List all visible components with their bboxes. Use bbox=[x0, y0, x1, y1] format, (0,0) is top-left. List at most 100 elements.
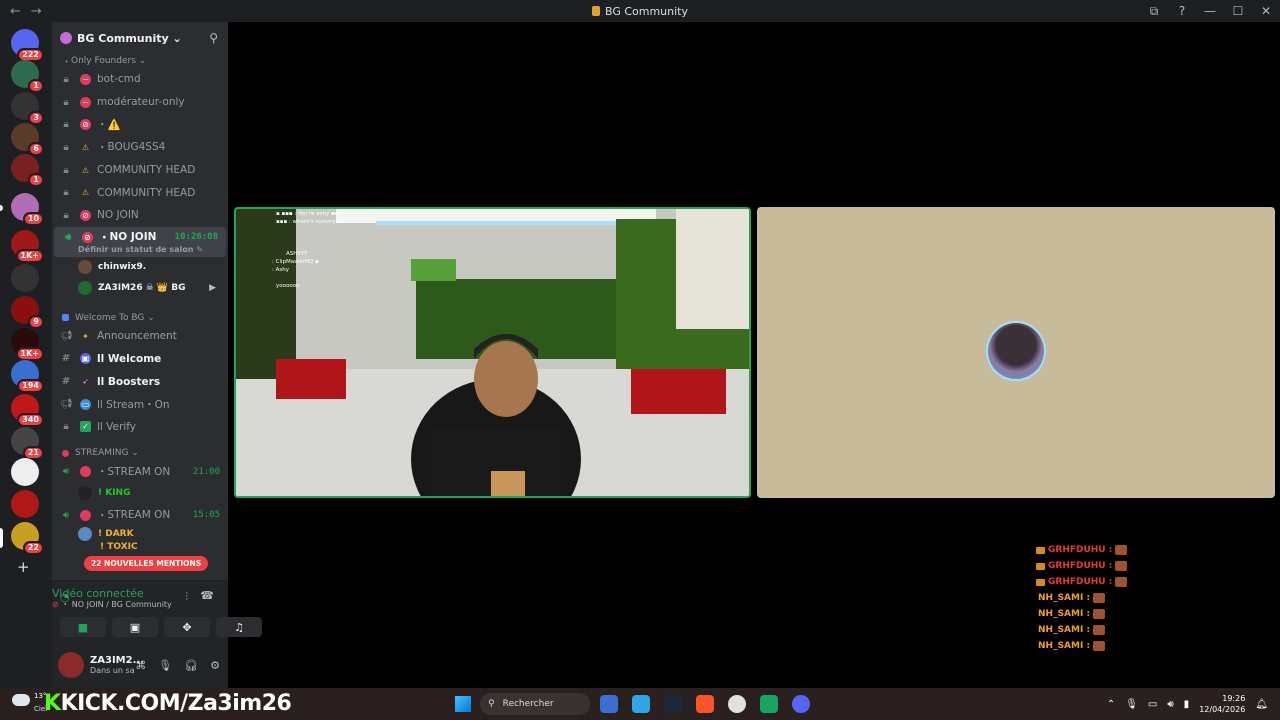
clock[interactable]: 19:26 12/04/2026 bbox=[1199, 693, 1245, 715]
channel-community-head[interactable]: 🔒︎ ⚠ COMMUNITY HEAD bbox=[52, 181, 228, 204]
channel-welcome[interactable]: # ▣ ll Welcome bbox=[52, 348, 228, 371]
notification-bell-icon[interactable]: 🔔︎ bbox=[1255, 699, 1268, 710]
windows-start-icon[interactable] bbox=[455, 696, 471, 712]
disconnect-icon[interactable]: ☎ bbox=[200, 589, 214, 602]
invite-icon[interactable]: ⚲ bbox=[209, 31, 218, 45]
chat-line: NH_SAMI : bbox=[1036, 590, 1127, 606]
taskbar-search[interactable]: ⚲ Rechercher bbox=[480, 693, 590, 715]
channel-boosters[interactable]: # ➶ ll Boosters bbox=[52, 370, 228, 393]
channel-stream-on[interactable]: 📢︎ ▭ ll Stream・On bbox=[52, 393, 228, 416]
rocket-icon: ➶ bbox=[82, 377, 89, 387]
crown-icon bbox=[1036, 546, 1045, 554]
chevron-up-icon[interactable]: ⌃ bbox=[1107, 699, 1115, 710]
stream-tile-video[interactable]: ▪ ▪▪▪ : You're ashy ▪▪▪ ▪▪▪ : where's su… bbox=[234, 207, 751, 498]
server-icon[interactable]: 340 bbox=[11, 394, 44, 427]
gamepad-icon[interactable]: ⌘ bbox=[135, 659, 146, 672]
avatar bbox=[78, 486, 92, 501]
server-icon[interactable]: 3 bbox=[11, 92, 44, 125]
channel-warning[interactable]: 🔒︎ ⊘ ・ ⚠️ bbox=[52, 113, 228, 136]
server-icon[interactable]: 1 bbox=[11, 154, 44, 187]
category-streaming[interactable]: STREAMING ⌄ bbox=[52, 446, 228, 460]
voice-timer: 15:05 bbox=[192, 510, 220, 521]
server-icon[interactable]: 1K+ bbox=[11, 328, 44, 361]
search-icon: ⚲ bbox=[488, 699, 495, 709]
emote-icon bbox=[1093, 641, 1106, 651]
settings-gear-icon[interactable]: ⚙ bbox=[210, 659, 220, 672]
voice-channel-path[interactable]: ⊘ ・ NO JOIN / BG Community bbox=[0, 599, 172, 610]
server-icon[interactable]: 1K+ bbox=[11, 230, 44, 263]
forward-arrow-icon[interactable]: → bbox=[31, 4, 42, 19]
server-icon[interactable]: 22 bbox=[11, 522, 44, 555]
channel-moderateur-only[interactable]: 🔒︎ − modérateur-only bbox=[52, 91, 228, 114]
new-mentions-pill[interactable]: 22 NOUVELLES MENTIONS bbox=[84, 556, 209, 571]
weather-icon[interactable] bbox=[12, 694, 30, 706]
voice-user[interactable]: ZA3IM26 ☠ 👑 BG ▶ bbox=[52, 278, 228, 299]
voice-channel-stream-on[interactable]: 🔊︎ ・ STREAM ON 21:00 bbox=[52, 460, 228, 483]
server-icon[interactable] bbox=[11, 490, 39, 518]
voice-user[interactable]: chinwix9. bbox=[52, 257, 228, 278]
channel-bot-cmd[interactable]: 🔒︎ − bot-cmd bbox=[52, 68, 228, 91]
emote-icon bbox=[1115, 545, 1128, 555]
server-icon[interactable]: 1 bbox=[11, 60, 44, 93]
network-icon[interactable]: ▭ bbox=[1148, 699, 1157, 710]
server-icon[interactable] bbox=[11, 458, 39, 486]
server-header[interactable]: BG Community ⌄ ⚲ bbox=[52, 22, 228, 54]
category-icon bbox=[62, 449, 69, 457]
back-arrow-icon[interactable]: ← bbox=[10, 4, 21, 19]
voice-status-prompt[interactable]: Définir un statut de salon ✎ bbox=[62, 245, 203, 254]
server-icon[interactable]: 6 bbox=[11, 123, 44, 156]
channel-no-join[interactable]: 🔒︎ ⊘ NO JOIN bbox=[52, 204, 228, 227]
user-controls: ⌘ 🎙︎ 🎧︎ ⚙ bbox=[135, 659, 220, 672]
prohibited-icon: ⊘ bbox=[80, 119, 91, 131]
steam-icon[interactable] bbox=[664, 695, 682, 713]
title-bar: ← → BG Community ⧉ ? — ☐ ✕ bbox=[0, 0, 1280, 22]
battery-icon[interactable]: ▮ bbox=[1184, 699, 1190, 710]
help-icon[interactable]: ? bbox=[1168, 4, 1196, 18]
brave-icon[interactable] bbox=[696, 695, 714, 713]
screen-share-button[interactable]: ▣ bbox=[112, 617, 158, 637]
screen-share-icon[interactable]: ⧉ bbox=[1140, 4, 1168, 19]
server-icon[interactable]: 194 bbox=[11, 360, 44, 393]
microphone-icon[interactable]: 🎙︎ bbox=[1125, 699, 1138, 710]
chrome-icon[interactable] bbox=[728, 695, 746, 713]
voice-user[interactable]: ! KING bbox=[52, 483, 228, 504]
close-button[interactable]: ✕ bbox=[1252, 4, 1280, 18]
channel-boug4ss4[interactable]: 🔒︎ ⚠ ・ BOUG4SS4 bbox=[52, 136, 228, 159]
channel-announcement[interactable]: 📢︎ ✦ Announcement bbox=[52, 325, 228, 348]
window-title: BG Community bbox=[0, 5, 1280, 18]
avatar[interactable] bbox=[58, 652, 84, 678]
chat-overlay: GRHFDUHU : GRHFDUHU : GRHFDUHU : NH_SAMI… bbox=[1036, 542, 1128, 654]
badge-icon: ▣ bbox=[80, 353, 91, 365]
emote-icon bbox=[1093, 609, 1106, 619]
minimize-button[interactable]: — bbox=[1196, 4, 1224, 18]
microphone-icon[interactable]: 🎙︎ bbox=[158, 659, 172, 672]
voice-user[interactable]: ! DARK bbox=[52, 526, 228, 541]
camera-button[interactable]: ■ bbox=[60, 617, 106, 637]
camera-icon: ▶ bbox=[209, 283, 216, 294]
stream-video-frame: ▪ ▪▪▪ : You're ashy ▪▪▪ ▪▪▪ : where's su… bbox=[236, 209, 749, 496]
server-icon[interactable]: 10 bbox=[11, 193, 44, 226]
discord-icon[interactable] bbox=[792, 695, 810, 713]
soundboard-button[interactable]: ♫ bbox=[216, 617, 262, 637]
activities-button[interactable]: ✥ bbox=[164, 617, 210, 637]
category-only-founders[interactable]: ・ Only Founders ⌄ bbox=[52, 54, 228, 68]
noise-suppression-icon[interactable]: ⫶ bbox=[185, 590, 188, 604]
volume-icon[interactable]: 🔊︎ bbox=[1167, 699, 1173, 710]
home-dm-button[interactable]: 222 bbox=[11, 29, 44, 62]
headphones-icon[interactable]: 🎧︎ bbox=[184, 659, 198, 672]
voice-user[interactable]: ! TOXIC bbox=[52, 541, 228, 553]
edge-icon[interactable] bbox=[632, 695, 650, 713]
server-icon[interactable]: 9 bbox=[11, 296, 44, 329]
channel-verify[interactable]: 🔒︎ ✓ ll Verify bbox=[52, 416, 228, 439]
app-icon[interactable] bbox=[760, 695, 778, 713]
file-explorer-icon[interactable] bbox=[600, 695, 618, 713]
channel-community-head[interactable]: 🔒︎ ⚠ COMMUNITY HEAD bbox=[52, 159, 228, 182]
add-server-icon[interactable]: + bbox=[17, 558, 30, 576]
category-welcome[interactable]: Welcome To BG ⌄ bbox=[52, 311, 228, 325]
server-icon[interactable] bbox=[11, 264, 39, 292]
maximize-button[interactable]: ☐ bbox=[1224, 4, 1252, 18]
server-icon[interactable]: 21 bbox=[11, 427, 44, 460]
stream-tile-avatar[interactable] bbox=[757, 207, 1275, 498]
voice-channel-stream-on[interactable]: 🔊︎ ・ STREAM ON 15:05 bbox=[52, 504, 228, 527]
voice-channel-no-join-active[interactable]: 🔊︎ ⊘ ・ NO JOIN 10:26:08 Définir un statut … bbox=[54, 226, 226, 257]
